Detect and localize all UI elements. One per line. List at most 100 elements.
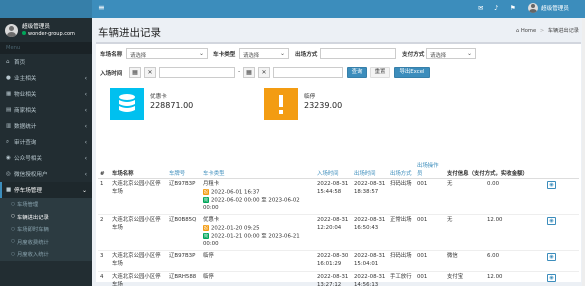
table-row: 4 大连北京公园小区停车场 辽BRH588 临停 2022-08-31 13:2… <box>98 271 579 286</box>
sidebar-item-official-account[interactable]: ◉ 公众号相关 ‹ <box>0 150 92 166</box>
sidebar-item-home[interactable]: ⌂ 首页 <box>0 54 92 70</box>
sidebar-subitem-monthly-fee[interactable]: ○ 月度收费统计 <box>0 236 92 249</box>
cell-pay-info: 微信 6.00 <box>445 250 545 272</box>
calendar-icon[interactable]: ▦ <box>129 67 141 78</box>
col-header-card-type[interactable]: 车卡类型 <box>201 160 315 179</box>
table-row: 1 大连北京公园小区停车场 辽B97B3P 月租卡 起 2022-06-01 16… <box>98 178 579 215</box>
cell-exit-method: 扫码出场 <box>388 178 415 215</box>
wechat-user-icon: ◎ <box>6 171 11 177</box>
sidebar-item-wechat-users[interactable]: ◎ 微信授权用户 ‹ <box>0 166 92 182</box>
cell-exit-time: 2022-08-31 15:04:01 <box>352 250 388 272</box>
export-excel-button[interactable]: 导出Excel <box>394 67 430 78</box>
view-detail-button[interactable]: ◉ <box>547 274 556 282</box>
sidebar-subitem-park-manage[interactable]: ○ 车场管理 <box>0 198 92 211</box>
col-header-exit-operator[interactable]: 出场操作员 <box>415 160 445 179</box>
park-name-select[interactable]: 请选择 ⌄ <box>126 48 208 59</box>
cell-card-type: 临停 <box>201 271 315 286</box>
sidebar-item-owner[interactable]: ● 业主相关 ‹ <box>0 70 92 86</box>
pay-method-label: 支付方式 <box>402 52 425 58</box>
clear-icon[interactable]: ✕ <box>144 67 156 78</box>
sidebar-subitem-vehicle-records[interactable]: ○ 车辆进出记录 <box>0 211 92 224</box>
reset-button[interactable]: 重置 <box>370 67 390 78</box>
sidebar-user-panel: 超级管理员 wonder-group.com <box>0 18 92 42</box>
flag-icon[interactable]: ⚑ <box>510 5 516 12</box>
cell-operator: 001 <box>415 178 445 215</box>
sidebar-item-property[interactable]: ▦ 物业相关 ‹ <box>0 86 92 102</box>
chevron-left-icon: ‹ <box>84 170 87 178</box>
card-type-select[interactable]: 请选择 ⌄ <box>239 48 289 59</box>
clear-icon[interactable]: ✕ <box>258 67 270 78</box>
cell-card-type: 临停 <box>201 250 315 272</box>
sidebar-subitem-monthly-income[interactable]: ○ 月度收入统计 <box>0 248 92 261</box>
sidebar-item-stats[interactable]: ▥ 数据统计 ‹ <box>0 118 92 134</box>
cell-plate: 辽B97B3P <box>167 250 201 272</box>
cell-operator: 001 <box>415 250 445 272</box>
breadcrumb: ⌂ Home > 车辆进出记录 <box>515 28 579 34</box>
view-detail-button[interactable]: ◉ <box>547 253 556 261</box>
menu-toggle-icon[interactable]: ≡ <box>98 4 105 12</box>
table-header-row: # 车场名称 车牌号 车卡类型 入场时间 出场时间 出场方式 出场操作员 支付信… <box>98 160 579 179</box>
view-detail-button[interactable]: ◉ <box>547 181 556 189</box>
calendar-icon[interactable]: ▦ <box>243 67 255 78</box>
cell-no: 1 <box>98 178 110 215</box>
breadcrumb-home[interactable]: Home <box>521 28 536 34</box>
sidebar: 超级管理员 wonder-group.com Menu ⌂ 首页 ● 业主相关 ‹ ▦… <box>0 0 92 286</box>
sidebar-item-merchant[interactable]: ▤ 商家相关 ‹ <box>0 102 92 118</box>
sidebar-submenu-parking: ○ 车场管理 ○ 车辆进出记录 ○ 车场即时车辆 ○ 月度收费统计 ○ 月度收入统计 <box>0 198 92 261</box>
cell-plate: 辽B97B3P <box>167 178 201 215</box>
start-tag-icon: 起 <box>203 188 209 195</box>
valid-tag-icon: 效 <box>203 232 209 239</box>
chart-icon: ▥ <box>6 123 12 129</box>
records-box: 车场名称 请选择 ⌄ 车卡类型 请选择 ⌄ 出场方式 支付方式 请选择 ⌄ 入场时间 … <box>96 42 581 286</box>
col-header-exit-time[interactable]: 出场时间 <box>352 160 388 179</box>
home-icon: ⌂ <box>6 59 10 65</box>
view-detail-button[interactable]: ◉ <box>547 217 556 225</box>
cell-park: 大连北京公园小区停车场 <box>110 214 167 251</box>
exit-method-label: 出场方式 <box>295 52 318 58</box>
entry-time-end-input[interactable] <box>273 67 343 78</box>
stat-value-discount-card: 228871.00 <box>150 101 194 110</box>
top-navbar: ≡ ✉ ♪ ⚑ 超级管理员 <box>92 0 585 18</box>
cell-entry-time: 2022-08-31 13:27:12 <box>315 271 352 286</box>
exit-method-input[interactable] <box>320 48 396 59</box>
pay-method-select[interactable]: 请选择 ⌄ <box>426 48 476 59</box>
cell-operator: 001 <box>415 214 445 251</box>
park-name-label: 车场名称 <box>100 52 123 58</box>
col-header-plate[interactable]: 车牌号 <box>167 160 201 179</box>
breadcrumb-current: 车辆进出记录 <box>547 28 579 34</box>
entry-time-start-input[interactable] <box>159 67 235 78</box>
cell-pay-info: 支付宝 12.00 <box>445 271 545 286</box>
query-button[interactable]: 查询 <box>347 67 367 78</box>
col-header-exit-method[interactable]: 出场方式 <box>388 160 415 179</box>
cell-exit-method: 扫码出场 <box>388 250 415 272</box>
sidebar-item-audit[interactable]: ⌕ 审计查询 ‹ <box>0 134 92 150</box>
cell-park: 大连北京公园小区停车场 <box>110 271 167 286</box>
cell-exit-method: 手工放行 <box>388 271 415 286</box>
sidebar-subitem-current-vehicles[interactable]: ○ 车场即时车辆 <box>0 223 92 236</box>
col-header-no: # <box>98 160 110 179</box>
menu-header: Menu <box>0 42 92 54</box>
card-type-text: 月租卡 <box>203 181 220 187</box>
valid-tag-icon: 效 <box>203 196 209 203</box>
sidebar-item-parking[interactable]: ■ 停车场管理 ⌄ <box>0 182 92 198</box>
cell-entry-time: 2022-08-31 15:44:58 <box>315 178 352 215</box>
search-icon: ⌕ <box>6 138 10 145</box>
user-email: wonder-group.com <box>22 30 75 37</box>
wechat-icon: ◉ <box>6 155 11 161</box>
cell-pay-info: 无 0.00 <box>445 178 545 215</box>
cell-entry-time: 2022-08-31 12:20:04 <box>315 214 352 251</box>
col-header-entry-time[interactable]: 入场时间 <box>315 160 352 179</box>
user-name: 超级管理员 <box>22 23 50 30</box>
bell-icon[interactable]: ♪ <box>494 5 498 12</box>
mail-icon[interactable]: ✉ <box>478 5 483 12</box>
stat-label-discount-card: 优惠卡 <box>150 94 167 100</box>
table-row: 2 大连北京公园小区停车场 辽B0B85Q 优惠卡 起 2022-01-20 09… <box>98 214 579 251</box>
chevron-left-icon: ‹ <box>84 122 87 130</box>
chevron-down-icon: ⌄ <box>466 50 472 57</box>
sidebar-brand <box>0 0 92 18</box>
exclamation-icon <box>264 88 298 120</box>
cell-plate: 辽B0B85Q <box>167 214 201 251</box>
cell-park: 大连北京公园小区停车场 <box>110 250 167 272</box>
topbar-user-menu[interactable]: 超级管理员 <box>528 3 569 13</box>
chevron-left-icon: ‹ <box>84 106 87 114</box>
